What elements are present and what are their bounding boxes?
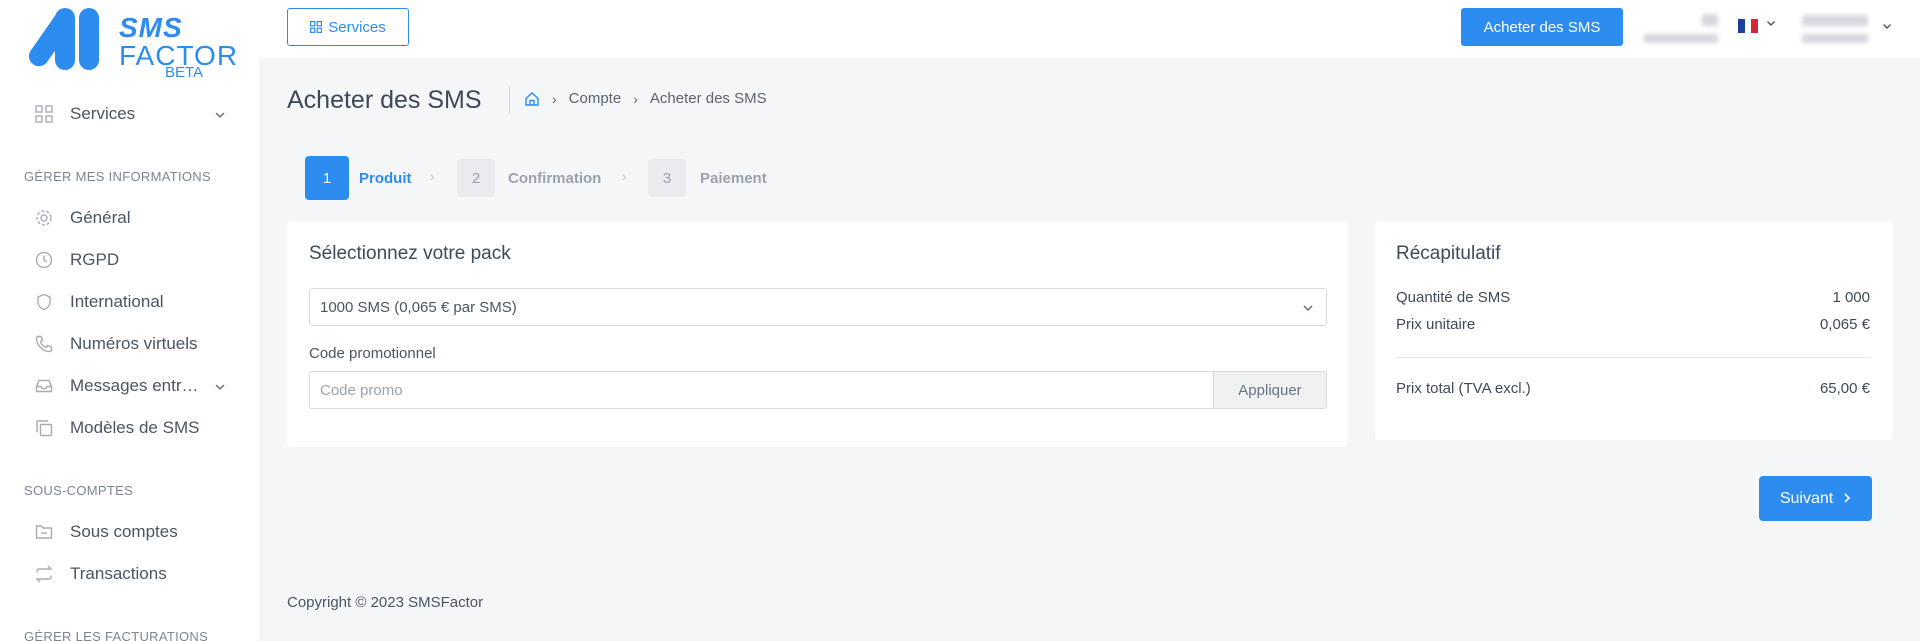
logo-text: SMS FACTOR (119, 14, 238, 70)
pack-select-value: 1000 SMS (0,065 € par SMS) (320, 298, 517, 316)
home-icon[interactable] (524, 91, 540, 107)
step-number-2: 2 (457, 159, 495, 197)
sidebar-item-international[interactable]: International (34, 287, 164, 317)
blurred-text (1802, 15, 1868, 26)
footer-copyright: Copyright © 2023 SMSFactor (287, 594, 484, 611)
unit-price-label: Prix unitaire (1396, 316, 1476, 333)
pack-card-title: Sélectionnez votre pack (309, 243, 511, 264)
sidebar-item-services[interactable]: Services (34, 99, 225, 129)
gear-icon (34, 208, 54, 228)
sidebar-item-label: Messages entr… (70, 376, 199, 395)
next-button[interactable]: Suivant (1759, 476, 1872, 521)
inbox-icon (34, 376, 54, 396)
pack-select[interactable]: 1000 SMS (0,065 € par SMS) (309, 288, 1327, 326)
step-label-confirmation: Confirmation (508, 170, 602, 187)
summary-row-quantity: Quantité de SMS 1 000 (1396, 289, 1870, 306)
summary-divider (1396, 357, 1870, 358)
breadcrumb-separator-icon: › (633, 90, 638, 107)
quantity-value: 1 000 (1832, 289, 1870, 306)
chevron-right-icon: › (622, 168, 627, 184)
quantity-label: Quantité de SMS (1396, 289, 1511, 306)
blurred-text (1802, 34, 1868, 43)
clock-icon (34, 250, 54, 270)
chevron-down-icon (1766, 18, 1776, 30)
sidebar-item-subaccounts[interactable]: Sous comptes (34, 517, 178, 547)
chevron-right-icon (1843, 491, 1851, 507)
sidebar-item-label: Services (70, 104, 136, 123)
sidebar-item-sms-templates[interactable]: Modèles de SMS (34, 413, 199, 443)
sidebar-item-label: Transactions (70, 564, 167, 583)
breadcrumb: › Compte › Acheter des SMS (524, 90, 767, 107)
section-title-billing: GÉRER LES FACTURATIONS (24, 629, 209, 641)
next-button-label: Suivant (1779, 489, 1834, 507)
sidebar-item-transactions[interactable]: Transactions (34, 559, 167, 589)
sidebar-item-virtual-numbers[interactable]: Numéros virtuels (34, 329, 198, 359)
title-divider (509, 86, 510, 114)
services-button[interactable]: Services (287, 8, 409, 46)
step-label-payment: Paiement (700, 170, 767, 187)
step-label-product: Produit (359, 170, 412, 187)
phone-icon (34, 334, 54, 354)
apply-promo-button[interactable]: Appliquer (1213, 371, 1327, 409)
account-balance[interactable] (1642, 12, 1722, 46)
chevron-down-icon (214, 104, 226, 124)
summary-title: Récapitulatif (1396, 243, 1501, 264)
folder-icon (34, 522, 54, 542)
promo-code-label: Code promotionnel (309, 345, 436, 362)
summary-row-total: Prix total (TVA excl.) 65,00 € (1396, 380, 1870, 397)
step-number-3: 3 (648, 159, 686, 197)
blurred-text (1644, 34, 1718, 43)
shield-icon (34, 292, 54, 312)
beta-badge: BETA (165, 64, 204, 81)
summary-row-unit-price: Prix unitaire 0,065 € (1396, 316, 1870, 333)
step-number-1: 1 (305, 156, 349, 200)
sidebar-item-label: Général (70, 208, 131, 227)
grid-icon (34, 104, 54, 124)
page-title: Acheter des SMS (287, 86, 482, 114)
services-button-label: Services (328, 18, 386, 36)
total-value: 65,00 € (1819, 380, 1870, 397)
blurred-text (1702, 14, 1718, 26)
unit-price-value: 0,065 € (1819, 316, 1870, 333)
sidebar-item-label: RGPD (70, 250, 120, 269)
sidebar-item-label: Sous comptes (70, 522, 178, 541)
section-title-subaccounts: SOUS-COMPTES (24, 483, 134, 498)
chevron-down-icon (1882, 21, 1892, 33)
sidebar-item-label: International (70, 292, 164, 311)
promo-code-input[interactable] (309, 371, 1213, 409)
sidebar-item-label: Modèles de SMS (70, 418, 200, 437)
grid-icon (310, 21, 323, 33)
sidebar-item-label: Numéros virtuels (70, 334, 198, 353)
section-title-manage: GÉRER MES INFORMATIONS (24, 169, 211, 184)
total-label: Prix total (TVA excl.) (1396, 380, 1531, 397)
copy-icon (34, 418, 54, 438)
sidebar-item-incoming-messages[interactable]: Messages entr… (34, 371, 225, 401)
logo-line1: SMS (119, 12, 183, 43)
chevron-down-icon (214, 376, 226, 396)
logo-mark-icon (28, 8, 99, 70)
user-menu[interactable] (1800, 12, 1900, 46)
sidebar-item-general[interactable]: Général (34, 203, 130, 233)
sidebar: SMS FACTOR BETA Services GÉRER MES INFOR… (0, 0, 259, 641)
flag-fr-icon[interactable] (1738, 19, 1759, 33)
breadcrumb-separator-icon: › (552, 90, 557, 107)
breadcrumb-item-current: Acheter des SMS (649, 90, 767, 107)
sidebar-item-rgpd[interactable]: RGPD (34, 245, 119, 275)
chevron-down-icon (1302, 299, 1314, 316)
chevron-right-icon: › (430, 168, 435, 184)
breadcrumb-item[interactable]: Compte (569, 90, 622, 107)
repeat-icon (34, 564, 54, 584)
buy-sms-button[interactable]: Acheter des SMS (1461, 8, 1623, 46)
